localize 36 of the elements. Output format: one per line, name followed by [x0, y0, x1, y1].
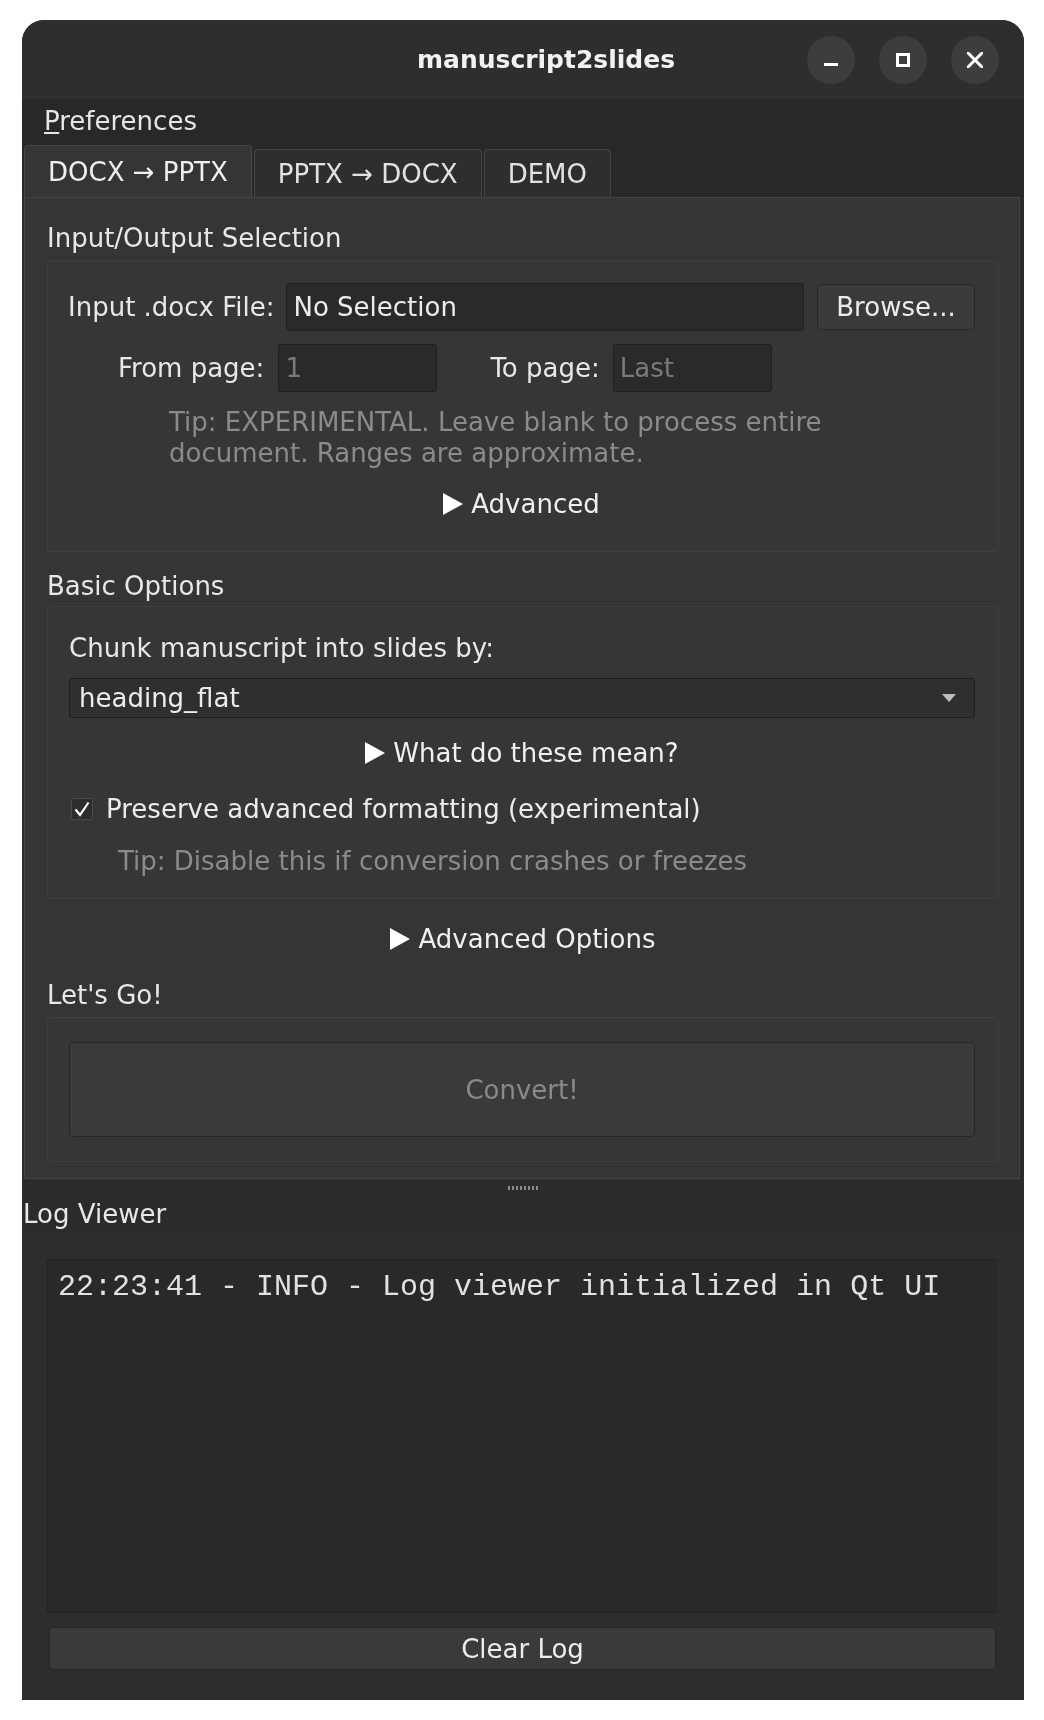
tab[interactable]: DOCX → PPTX — [24, 145, 252, 197]
advanced-toggle[interactable]: Advanced — [439, 484, 604, 524]
log-text-area[interactable]: 22:23:41 - INFO - Log viewer initialized in Qt UI — [47, 1259, 997, 1613]
log-line: 22:23:41 - INFO - Log viewer initialized in Qt UI — [58, 1269, 942, 1305]
checkbox-label[interactable]: Preserve advanced formatting (experimental) — [106, 794, 701, 824]
checkmark-icon — [74, 801, 90, 817]
menu-item[interactable]: Preferences — [44, 103, 197, 139]
field-label: Chunk manuscript into slides by: — [69, 632, 494, 665]
tab[interactable]: DEMO — [483, 149, 611, 197]
close-icon — [967, 51, 983, 68]
help-toggle[interactable]: What do these mean? — [361, 733, 683, 773]
field-label: Input .docx File: — [68, 292, 275, 322]
field-label: To page: — [490, 353, 600, 383]
browse-button[interactable]: Browse... — [817, 284, 975, 330]
close-button[interactable] — [951, 35, 999, 84]
clear-log-button[interactable]: Clear Log — [49, 1627, 996, 1670]
tip-text: Tip: Disable this if conversion crashes or freezes — [118, 845, 748, 878]
field-label: From page: — [118, 353, 265, 383]
section-title: Log Viewer — [22, 1198, 167, 1231]
checkbox[interactable] — [71, 798, 93, 820]
chunk-mode-select[interactable]: heading_flat — [69, 678, 975, 718]
tip-text: Tip: EXPERIMENTAL. Leave blank to process entire document. Ranges are approximate. — [169, 407, 823, 469]
to-page-field[interactable]: Last — [612, 344, 772, 392]
file-path-field[interactable]: No Selection — [286, 283, 804, 331]
section-title: Let's Go! — [47, 979, 163, 1012]
section-title: Basic Options — [47, 570, 225, 603]
maximize-icon — [896, 52, 910, 67]
minimize-icon — [824, 63, 838, 66]
advanced-options-toggle[interactable]: Advanced Options — [386, 919, 660, 959]
from-page-field[interactable]: 1 — [278, 344, 438, 392]
maximize-button[interactable] — [879, 35, 927, 84]
splitter-handle[interactable] — [507, 1186, 539, 1190]
window-title: manuscript2slides — [417, 45, 676, 74]
dropdown-caret-icon — [942, 694, 956, 702]
tab[interactable]: PPTX → DOCX — [253, 149, 482, 197]
section-title: Input/Output Selection — [47, 222, 342, 255]
